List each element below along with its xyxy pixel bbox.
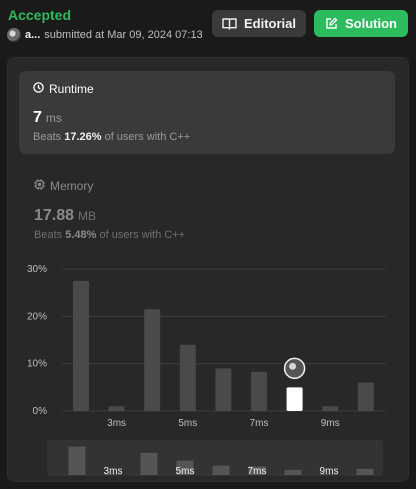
x-tick-label: 7ms [250, 418, 269, 429]
mini-bar [140, 452, 158, 475]
y-tick-label: 30% [27, 264, 47, 275]
bar[interactable] [179, 344, 196, 411]
runtime-distribution-chart: 30% 20% 10% 0% 3ms 5ms 7ms 9ms 3ms 5ms 7ms 9ms [27, 264, 386, 477]
mini-x-tick-label: 5ms [176, 466, 195, 477]
y-tick-label: 20% [27, 311, 47, 322]
bar[interactable] [73, 280, 89, 411]
bar[interactable] [108, 406, 125, 411]
bar[interactable] [215, 368, 232, 411]
avatar-detail [289, 362, 297, 370]
mini-bar [284, 469, 302, 475]
bar[interactable] [251, 371, 267, 411]
mini-bar [212, 465, 230, 475]
bar[interactable] [322, 406, 339, 411]
mini-x-tick-label: 7ms [248, 466, 267, 477]
highlight-bar[interactable] [286, 387, 303, 411]
mini-bar [68, 446, 86, 475]
x-tick-label: 5ms [178, 418, 197, 429]
y-tick-label: 0% [33, 406, 48, 417]
x-tick-label: 3ms [107, 418, 126, 429]
bar[interactable] [357, 382, 374, 411]
mini-bar [356, 468, 374, 475]
mini-x-tick-label: 9ms [320, 466, 339, 477]
mini-x-tick-label: 3ms [104, 466, 123, 477]
x-tick-label: 9ms [321, 418, 340, 429]
y-tick-label: 10% [27, 359, 47, 370]
bar[interactable] [144, 309, 161, 411]
